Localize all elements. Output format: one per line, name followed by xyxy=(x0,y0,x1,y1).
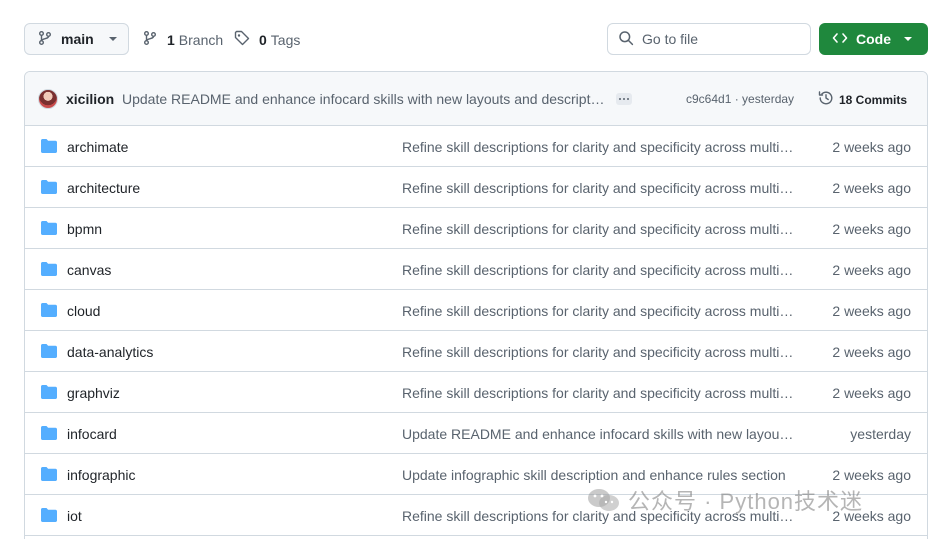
ellipsis-icon[interactable] xyxy=(616,93,632,105)
tag-icon xyxy=(234,30,250,49)
file-list: archimate Refine skill descriptions for c… xyxy=(25,126,927,536)
file-commit-message[interactable]: Refine skill descriptions for clarity an… xyxy=(402,344,794,360)
folder-icon xyxy=(41,467,57,484)
table-row[interactable]: data-analytics Refine skill descriptions … xyxy=(25,331,927,372)
search-icon xyxy=(618,30,634,49)
wechat-icon xyxy=(586,486,622,514)
folder-icon xyxy=(41,262,57,279)
file-commit-date: 2 weeks ago xyxy=(832,139,911,155)
folder-icon xyxy=(41,508,57,525)
file-commit-date: 2 weeks ago xyxy=(832,467,911,483)
search-placeholder: Go to file xyxy=(642,31,699,47)
file-commit-date: 2 weeks ago xyxy=(832,385,911,401)
branch-count: 1 xyxy=(167,31,175,48)
file-commit-message[interactable]: Refine skill descriptions for clarity an… xyxy=(402,180,794,196)
branches-link[interactable]: 1 Branch xyxy=(142,30,223,49)
table-row[interactable]: graphviz Refine skill descriptions for cl… xyxy=(25,372,927,413)
file-commit-message[interactable]: Refine skill descriptions for clarity an… xyxy=(402,221,794,237)
folder-icon xyxy=(41,139,57,156)
file-table: xicilion Update README and enhance infoc… xyxy=(24,71,928,539)
commit-author[interactable]: xicilion xyxy=(66,91,114,107)
latest-commit-bar: xicilion Update README and enhance infoc… xyxy=(25,72,927,126)
file-commit-date: yesterday xyxy=(850,426,911,442)
history-icon xyxy=(818,90,834,109)
commits-count-label: 18 Commits xyxy=(839,92,908,107)
file-name-link[interactable]: canvas xyxy=(67,262,111,278)
file-commit-date: 2 weeks ago xyxy=(832,344,911,360)
file-commit-message[interactable]: Refine skill descriptions for clarity an… xyxy=(402,139,794,155)
file-commit-message[interactable]: Update infographic skill description and… xyxy=(402,467,794,483)
file-commit-date: 2 weeks ago xyxy=(832,221,911,237)
table-row[interactable]: architecture Refine skill descriptions fo… xyxy=(25,167,927,208)
commit-hash-time[interactable]: c9c64d1 · yesterday xyxy=(686,92,794,106)
chevron-down-icon xyxy=(903,31,913,47)
file-name-link[interactable]: archimate xyxy=(67,139,128,155)
file-commit-message[interactable]: Refine skill descriptions for clarity an… xyxy=(402,262,794,278)
file-name-link[interactable]: infographic xyxy=(67,467,136,483)
folder-icon xyxy=(41,303,57,320)
file-commit-message[interactable]: Update README and enhance infocard skill… xyxy=(402,426,794,442)
file-commit-date: 2 weeks ago xyxy=(832,180,911,196)
tags-link[interactable]: 0 Tags xyxy=(234,30,300,49)
table-row[interactable]: cloud Refine skill descriptions for clari… xyxy=(25,290,927,331)
repo-toolbar: main 1 Branch 0 Tags Go to file Code xyxy=(0,0,938,72)
file-commit-date: 2 weeks ago xyxy=(832,262,911,278)
file-name-link[interactable]: cloud xyxy=(67,303,100,319)
file-commit-message[interactable]: Refine skill descriptions for clarity an… xyxy=(402,385,794,401)
watermark: 公众号 · Python技术迷 xyxy=(586,484,863,516)
file-name-link[interactable]: iot xyxy=(67,508,82,524)
folder-icon xyxy=(41,221,57,238)
file-name-link[interactable]: architecture xyxy=(67,180,140,196)
table-row[interactable]: bpmn Refine skill descriptions for clarit… xyxy=(25,208,927,249)
tag-label: Tags xyxy=(270,31,301,48)
chevron-down-icon xyxy=(108,31,118,47)
commits-link[interactable]: 18 Commits xyxy=(818,90,907,109)
folder-icon xyxy=(41,344,57,361)
avatar[interactable] xyxy=(38,89,58,109)
code-icon xyxy=(832,30,848,49)
code-button-label: Code xyxy=(856,31,891,47)
branch-select-button[interactable]: main xyxy=(24,23,129,55)
table-row[interactable]: canvas Refine skill descriptions for clar… xyxy=(25,249,927,290)
folder-icon xyxy=(41,180,57,197)
file-name-link[interactable]: infocard xyxy=(67,426,117,442)
branch-icon xyxy=(37,30,53,49)
branch-name: main xyxy=(61,31,94,47)
go-to-file-input[interactable]: Go to file xyxy=(607,23,811,55)
file-name-link[interactable]: data-analytics xyxy=(67,344,153,360)
table-row[interactable]: archimate Refine skill descriptions for c… xyxy=(25,126,927,167)
branch-icon xyxy=(142,30,158,49)
watermark-text: 公众号 · Python技术迷 xyxy=(628,489,864,514)
file-commit-message[interactable]: Refine skill descriptions for clarity an… xyxy=(402,303,794,319)
commit-message[interactable]: Update README and enhance infocard skill… xyxy=(122,91,606,107)
code-button[interactable]: Code xyxy=(819,23,928,55)
branch-label: Branch xyxy=(178,31,224,48)
folder-icon xyxy=(41,426,57,443)
tag-count: 0 xyxy=(259,31,267,48)
file-commit-date: 2 weeks ago xyxy=(832,303,911,319)
file-name-link[interactable]: graphviz xyxy=(67,385,120,401)
table-row[interactable]: infocard Update README and enhance infoca… xyxy=(25,413,927,454)
folder-icon xyxy=(41,385,57,402)
file-name-link[interactable]: bpmn xyxy=(67,221,102,237)
